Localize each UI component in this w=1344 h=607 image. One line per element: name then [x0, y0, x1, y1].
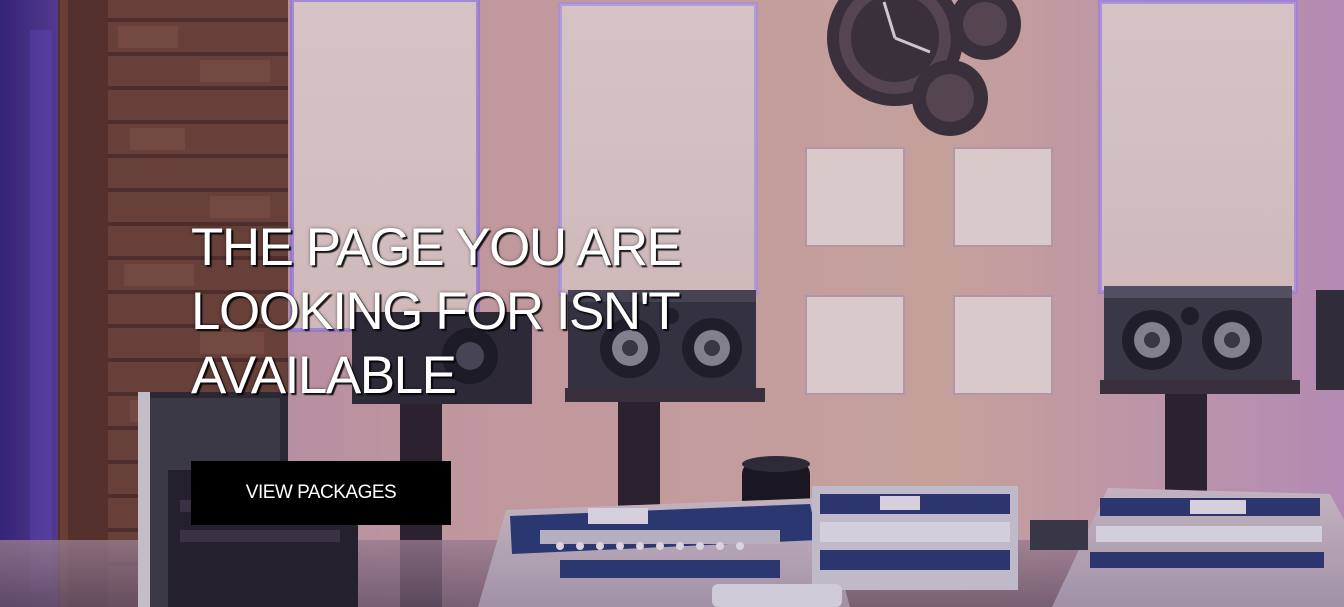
headline-line-2: LOOKING FOR ISN'T: [191, 282, 681, 341]
hero-content: THE PAGE YOU ARE LOOKING FOR ISN'T AVAIL…: [191, 216, 751, 408]
headline-line-3: AVAILABLE: [191, 346, 457, 405]
page-not-found-headline: THE PAGE YOU ARE LOOKING FOR ISN'T AVAIL…: [191, 216, 751, 408]
view-packages-button[interactable]: VIEW PACKAGES: [191, 461, 451, 525]
headline-line-1: THE PAGE YOU ARE: [191, 218, 682, 277]
hero-section: THE PAGE YOU ARE LOOKING FOR ISN'T AVAIL…: [0, 0, 1344, 607]
view-packages-label: VIEW PACKAGES: [245, 482, 397, 503]
